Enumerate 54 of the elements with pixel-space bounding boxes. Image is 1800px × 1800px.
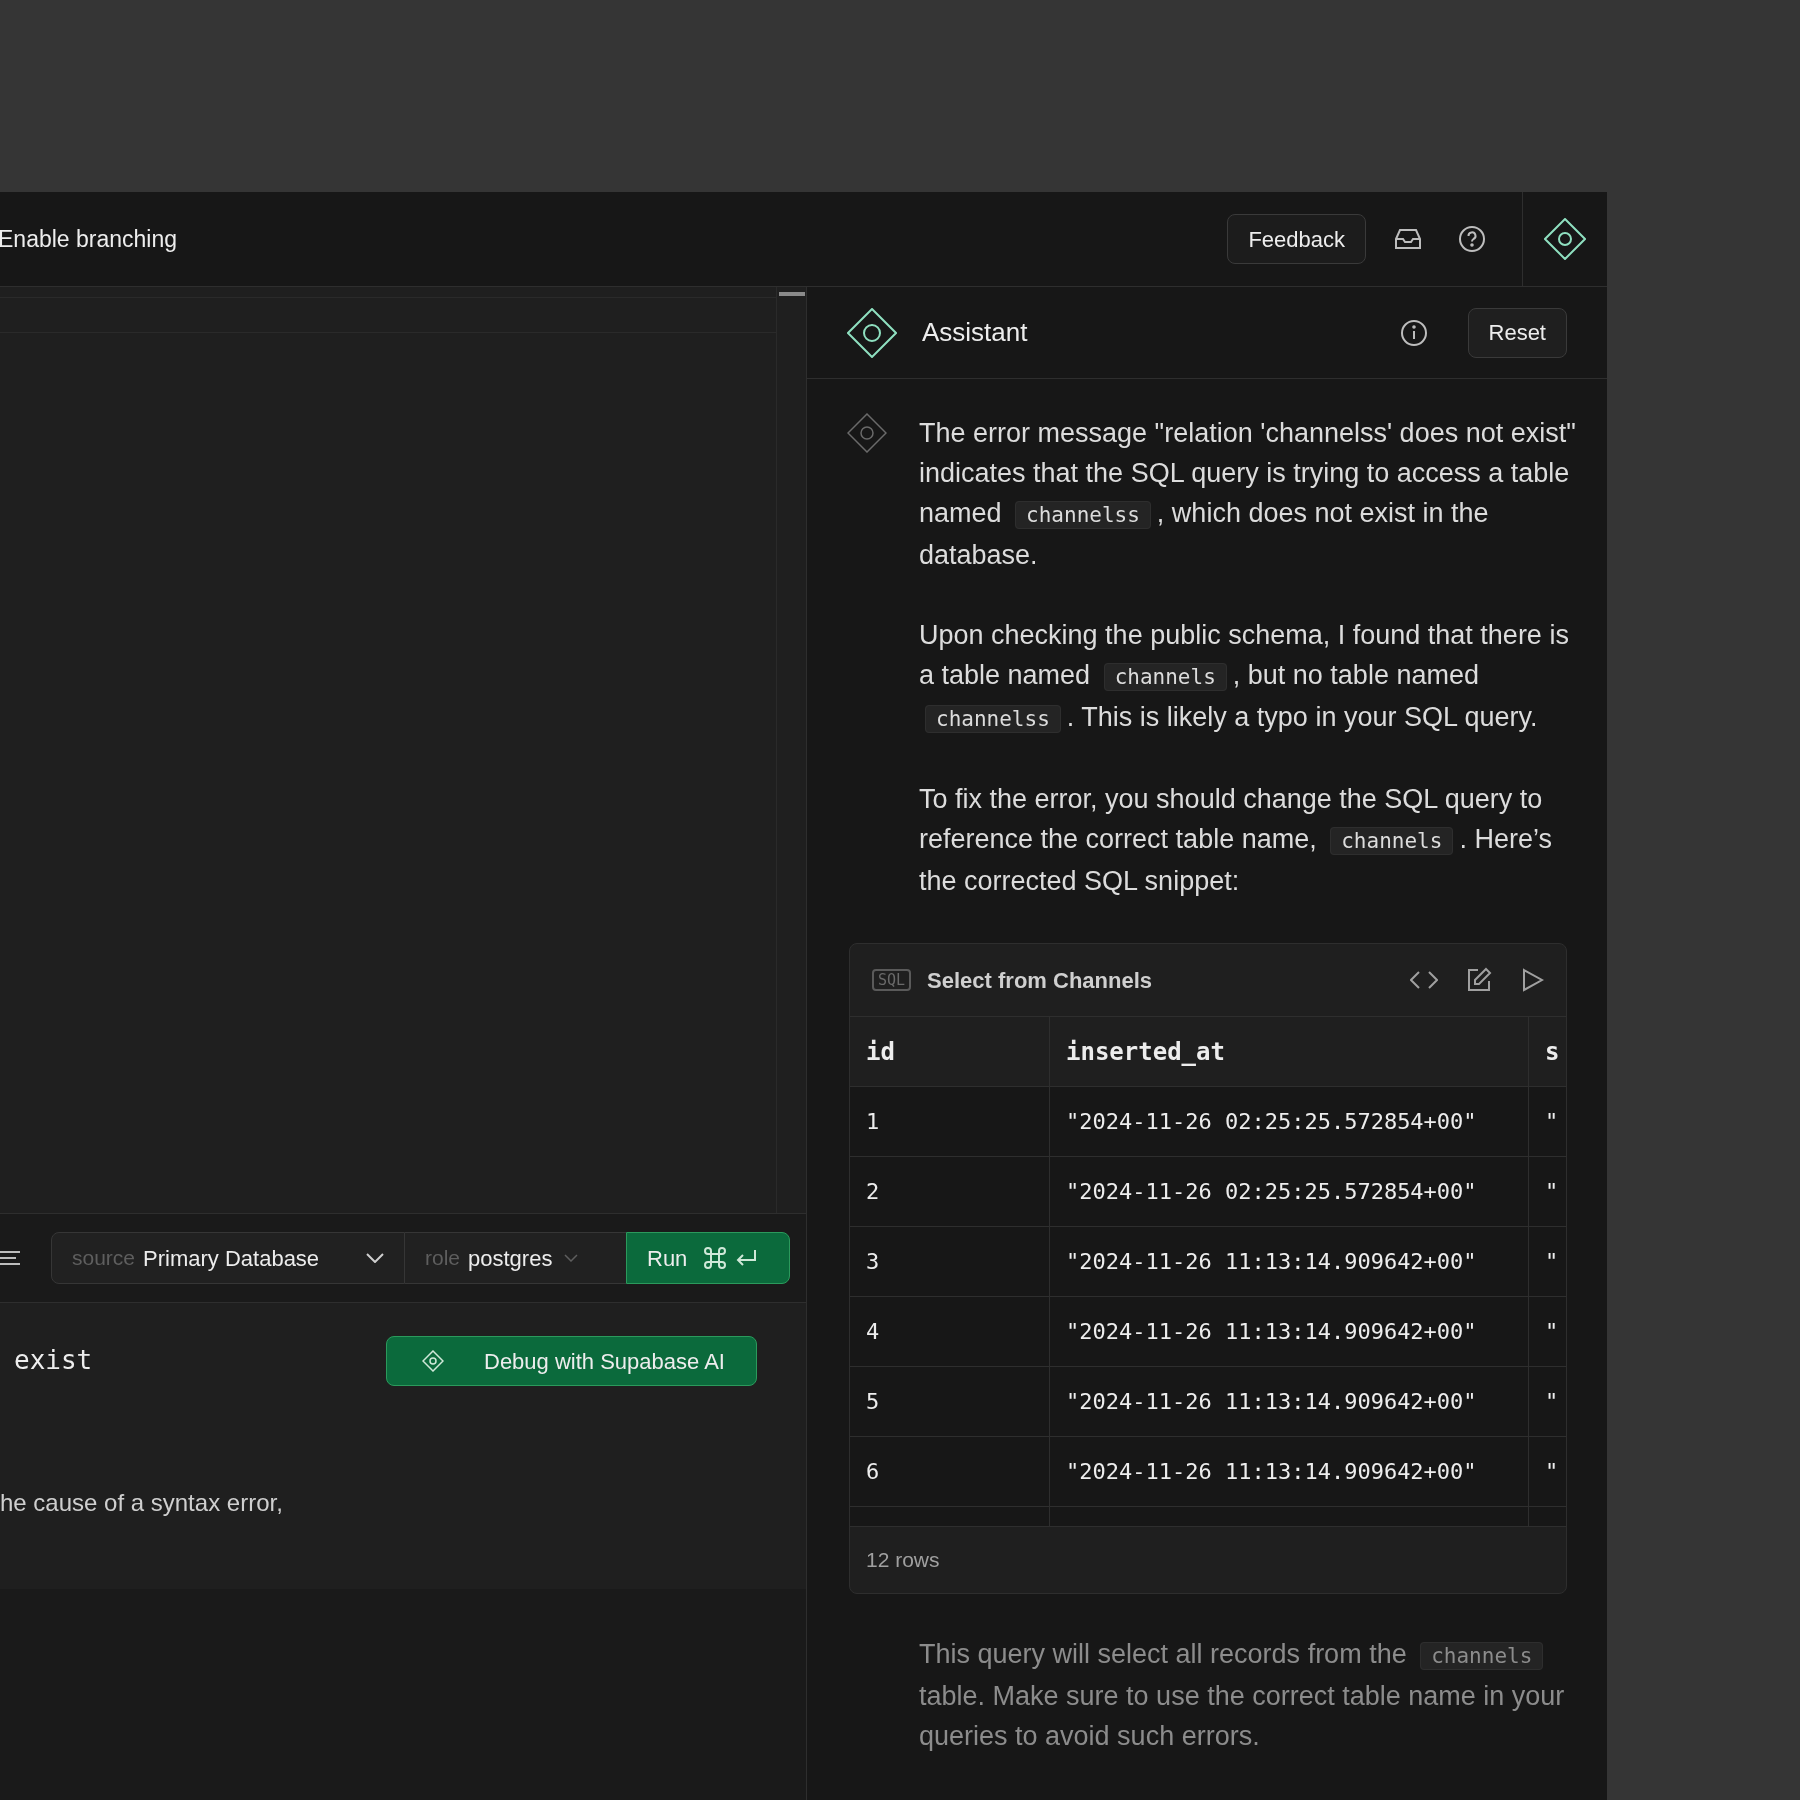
table-cell-text: "	[1544, 1318, 1560, 1346]
table-cell-text: "	[1544, 1388, 1560, 1416]
row-count: 12 rows	[866, 1547, 940, 1574]
play-icon[interactable]	[1522, 968, 1544, 992]
column-header: inserted_at	[1050, 1017, 1529, 1086]
menu-icon[interactable]	[0, 1249, 20, 1267]
diamond-logo-icon[interactable]	[1544, 218, 1586, 260]
edit-icon[interactable]	[1466, 967, 1492, 993]
table-cell: 1	[850, 1087, 1050, 1156]
diamond-logo-icon	[847, 307, 897, 358]
message-paragraph: Upon checking the public schema, I found that there is a table named channels , but no table named channelss . This is likely a typo in your SQL query.	[919, 619, 1570, 735]
message-paragraph: To fix the error, you should change the SQL query to reference the correct table name, channels . Here’s the corrected SQL snippet:	[919, 783, 1553, 898]
enter-key-icon	[735, 1248, 758, 1268]
feedback-button[interactable]: Feedback	[1227, 214, 1366, 264]
table-cell: "2024-11-26 02:25:25.572854+00"	[1050, 1157, 1529, 1226]
message-paragraph: This query will select all records from the channels table. Make sure to use the correct table name in your queries to avoid such errors.	[919, 1638, 1566, 1753]
table-cell: "2024-11-26 11:13:14.909642+00"	[1050, 1297, 1529, 1366]
error-text: exist	[14, 1344, 93, 1377]
table-cell: 5	[850, 1367, 1050, 1436]
reset-button[interactable]: Reset	[1467, 307, 1567, 358]
run-button[interactable]: Run	[626, 1232, 790, 1284]
help-icon[interactable]	[1458, 225, 1486, 253]
table-cell: "2024-11-26 02:25:25.572854+00"	[1050, 1087, 1529, 1156]
command-key-icon	[703, 1246, 728, 1270]
column-header: s	[1544, 1036, 1561, 1068]
chevron-down-icon	[564, 1254, 579, 1262]
table-cell: "2024-11-26 11:13:14.909642+00"	[1050, 1367, 1529, 1436]
table-cell-text: "	[1544, 1178, 1560, 1206]
inbox-icon[interactable]	[1394, 227, 1422, 251]
table-cell: "2024-11-26 11:13:14.909642+00"	[1050, 1227, 1529, 1296]
table-cell-text: "	[1544, 1108, 1560, 1136]
sql-badge: SQL	[872, 969, 912, 991]
diamond-icon	[422, 1350, 444, 1372]
table-cell: "2024-11-26 11:13:14.909642+00"	[1050, 1437, 1529, 1506]
debug-ai-button[interactable]: Debug with Supabase AI	[386, 1336, 757, 1386]
table-cell: 4	[850, 1297, 1050, 1366]
column-header: id	[850, 1017, 1050, 1086]
table-cell-text: "	[1544, 1248, 1560, 1276]
message-paragraph: The error message "relation 'channelss' does not exist" indicates that the SQL query is trying to access a table named channelss , which does not exist in the database.	[919, 417, 1577, 572]
scrollbar-thumb[interactable]	[778, 292, 805, 296]
top-bar-title: Enable branching	[0, 224, 178, 254]
assistant-title: Assistant	[922, 316, 1028, 349]
snippet-title: Select from Channels	[927, 966, 1153, 995]
error-hint-text: he cause of a syntax error,	[0, 1488, 283, 1518]
table-cell: 6	[850, 1437, 1050, 1506]
role-selector[interactable]: role postgres	[405, 1232, 626, 1284]
table-cell: 3	[850, 1227, 1050, 1296]
source-selector[interactable]: source Primary Database	[51, 1232, 405, 1284]
chevron-down-icon	[366, 1253, 384, 1263]
table-cell-text: "	[1544, 1458, 1560, 1486]
table-cell: 2	[850, 1157, 1050, 1226]
code-icon[interactable]	[1410, 970, 1438, 990]
diamond-icon	[847, 413, 887, 453]
info-icon[interactable]	[1399, 318, 1428, 347]
